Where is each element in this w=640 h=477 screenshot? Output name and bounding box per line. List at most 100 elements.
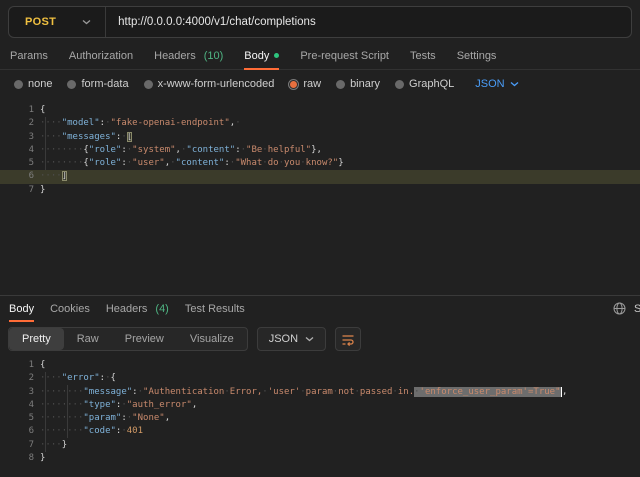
- radio-circle-icon: [67, 80, 76, 89]
- request-url-bar: POST http://0.0.0.0:4000/v1/chat/complet…: [8, 6, 632, 38]
- code-token: {: [40, 360, 45, 370]
- line-number: 1: [0, 359, 34, 372]
- code-token: }: [40, 185, 45, 195]
- code-token: :·: [121, 158, 132, 168]
- code-token: ····: [40, 440, 62, 450]
- line-number: 5: [0, 157, 34, 170]
- code-token: ········: [40, 426, 83, 436]
- line-number: 7: [0, 184, 34, 197]
- code-token: "Authentication·Error,·'user'·param·not·…: [143, 387, 414, 397]
- radio-none[interactable]: none: [14, 78, 52, 90]
- globe-icon[interactable]: [613, 302, 626, 315]
- radio-raw[interactable]: raw: [289, 78, 321, 90]
- code-token: "role": [89, 158, 122, 168]
- whitespace-dot: ·: [121, 132, 126, 142]
- method-label: POST: [25, 16, 56, 28]
- code-token: :·: [121, 145, 132, 155]
- code-line[interactable]: 1{: [0, 359, 640, 372]
- wrap-text-button[interactable]: [335, 327, 361, 351]
- request-tabs: Params Authorization Headers(10) Body Pr…: [0, 42, 640, 70]
- code-line[interactable]: 4········{"role":·"system",·"content":·"…: [0, 144, 640, 157]
- response-tab-headers[interactable]: Headers(4): [106, 296, 169, 321]
- line-number: 6: [0, 170, 34, 183]
- view-visualize-button[interactable]: Visualize: [177, 328, 247, 350]
- tab-authorization[interactable]: Authorization: [69, 42, 133, 69]
- headers-count-badge: (10): [204, 50, 224, 62]
- request-body-editor[interactable]: 1{2····"model":·"fake-openai-endpoint",·…: [0, 98, 640, 295]
- code-token: ········: [40, 387, 83, 397]
- response-tab-test-results[interactable]: Test Results: [185, 296, 245, 321]
- response-body-editor[interactable]: 1{2····"error":·{3········"message":·"Au…: [0, 357, 640, 477]
- code-line[interactable]: 3····"messages":·[: [0, 131, 640, 144]
- code-line[interactable]: 6········"code":·401: [0, 425, 640, 438]
- code-token: ,: [165, 413, 170, 423]
- code-token: "role": [89, 145, 122, 155]
- line-number: 8: [0, 452, 34, 465]
- body-type-selector: none form-data x-www-form-urlencoded raw…: [0, 70, 640, 98]
- code-token: :·{: [100, 373, 116, 383]
- code-token: :·: [100, 118, 111, 128]
- whitespace-dot: ·: [414, 387, 419, 397]
- code-token: ,: [562, 387, 567, 397]
- radio-selected-icon: [289, 80, 298, 89]
- tab-headers[interactable]: Headers(10): [154, 42, 223, 69]
- response-tab-cookies[interactable]: Cookies: [50, 296, 90, 321]
- whitespace-dot: ·: [262, 158, 267, 168]
- code-token: ····: [40, 132, 62, 142]
- view-mode-group: Pretty Raw Preview Visualize: [8, 327, 248, 351]
- code-line[interactable]: 5········"param":·"None",: [0, 412, 640, 425]
- whitespace-dot: ·: [56, 171, 61, 181]
- tab-pre-request-script[interactable]: Pre-request Script: [300, 42, 389, 69]
- code-token: :·: [116, 400, 127, 410]
- tab-body[interactable]: Body: [244, 42, 279, 69]
- view-preview-button[interactable]: Preview: [112, 328, 177, 350]
- method-selector[interactable]: POST: [9, 7, 105, 37]
- request-code-lines: 1{2····"model":·"fake-openai-endpoint",·…: [0, 104, 640, 197]
- tab-settings[interactable]: Settings: [457, 42, 497, 69]
- code-token: "content": [186, 145, 235, 155]
- code-line[interactable]: 2····"model":·"fake-openai-endpoint",·: [0, 117, 640, 130]
- code-line[interactable]: 8}: [0, 452, 640, 465]
- unsaved-dot: [274, 53, 279, 58]
- tab-tests[interactable]: Tests: [410, 42, 436, 69]
- raw-format-dropdown[interactable]: JSON: [475, 78, 518, 90]
- tab-params[interactable]: Params: [10, 42, 48, 69]
- code-token: }: [40, 453, 45, 463]
- radio-x-www-form-urlencoded[interactable]: x-www-form-urlencoded: [144, 78, 275, 90]
- line-number: 4: [0, 399, 34, 412]
- whitespace-dot: ·: [333, 387, 338, 397]
- line-number: 4: [0, 144, 34, 157]
- code-line[interactable]: 1{: [0, 104, 640, 117]
- code-line[interactable]: 7····}: [0, 439, 640, 452]
- code-line[interactable]: 2····"error":·{: [0, 372, 640, 385]
- code-line[interactable]: 3········"message":·"Authentication·Erro…: [0, 386, 640, 399]
- radio-form-data[interactable]: form-data: [67, 78, 128, 90]
- response-tab-body[interactable]: Body: [9, 296, 34, 321]
- url-input[interactable]: http://0.0.0.0:4000/v1/chat/completions: [106, 16, 631, 28]
- response-tabs: Body Cookies Headers(4) Test Results S: [0, 295, 640, 321]
- whitespace-dot: ·: [300, 158, 305, 168]
- radio-graphql[interactable]: GraphQL: [395, 78, 454, 90]
- whitespace-dot: ·: [279, 158, 284, 168]
- line-number: 3: [0, 131, 34, 144]
- code-token: },: [311, 145, 322, 155]
- view-pretty-button[interactable]: Pretty: [9, 328, 64, 350]
- line-number: 2: [0, 372, 34, 385]
- radio-binary[interactable]: binary: [336, 78, 380, 90]
- whitespace-dot: ·: [224, 387, 229, 397]
- chevron-down-icon: [305, 336, 314, 342]
- code-token: ]: [62, 171, 67, 181]
- code-token: "type": [83, 400, 116, 410]
- code-line[interactable]: 4········"type":·"auth_error",: [0, 399, 640, 412]
- code-token: :·: [116, 132, 127, 142]
- code-line[interactable]: 5········{"role":·"user",·"content":·"Wh…: [0, 157, 640, 170]
- response-format-dropdown[interactable]: JSON: [257, 327, 326, 351]
- code-token: ········: [40, 400, 83, 410]
- code-line[interactable]: 7}: [0, 184, 640, 197]
- code-token: "Be·helpful": [246, 145, 311, 155]
- code-token: "model": [62, 118, 100, 128]
- code-line[interactable]: 6····]: [0, 170, 640, 183]
- view-raw-button[interactable]: Raw: [64, 328, 112, 350]
- code-token: "error": [62, 373, 100, 383]
- code-token: "user": [132, 158, 165, 168]
